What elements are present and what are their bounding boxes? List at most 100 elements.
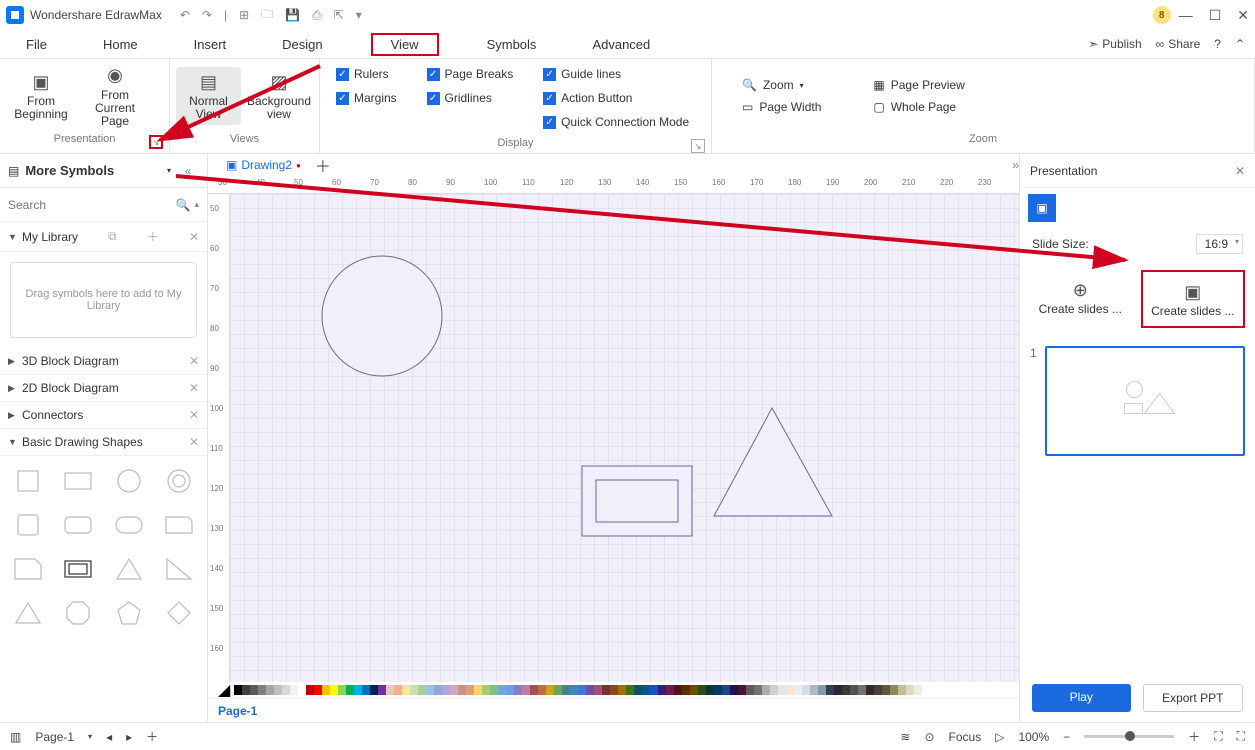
color-swatch[interactable]	[282, 685, 290, 695]
undo-icon[interactable]: ↶	[180, 8, 190, 22]
color-swatch[interactable]	[738, 685, 746, 695]
color-swatch[interactable]	[298, 685, 306, 695]
menu-symbols[interactable]: Symbols	[479, 33, 545, 56]
color-swatch[interactable]	[698, 685, 706, 695]
shape-square[interactable]	[8, 464, 48, 498]
export-icon[interactable]: ⇱	[334, 8, 344, 22]
export-ppt-button[interactable]: Export PPT	[1143, 684, 1244, 712]
color-swatch[interactable]	[570, 685, 578, 695]
color-swatch[interactable]	[866, 685, 874, 695]
color-swatch[interactable]	[818, 685, 826, 695]
color-swatch[interactable]	[258, 685, 266, 695]
status-add-page-icon[interactable]: ＋	[146, 728, 158, 745]
page-width-button[interactable]: ▭Page Width	[742, 100, 821, 114]
color-swatch[interactable]	[802, 685, 810, 695]
lib-close-icon[interactable]: ✕	[189, 230, 199, 244]
whole-page-button[interactable]: ▢Whole Page	[873, 100, 964, 114]
color-swatch[interactable]	[730, 685, 738, 695]
color-swatch[interactable]	[914, 685, 922, 695]
drawing-canvas[interactable]	[230, 194, 1019, 682]
color-swatch[interactable]	[458, 685, 466, 695]
publish-button[interactable]: ➣Publish	[1088, 37, 1141, 51]
color-swatch[interactable]	[418, 685, 426, 695]
color-swatch[interactable]	[522, 685, 530, 695]
color-swatch[interactable]	[466, 685, 474, 695]
presentation-dialog-launcher[interactable]: ↘	[149, 135, 163, 149]
save-icon[interactable]: 💾	[285, 8, 300, 22]
status-prev-page-icon[interactable]: ◂	[106, 730, 112, 744]
status-page[interactable]: Page-1	[35, 730, 74, 744]
shape-right-triangle[interactable]	[159, 552, 199, 586]
guide-lines-checkbox[interactable]: ✓Guide lines	[543, 67, 695, 81]
color-swatch[interactable]	[786, 685, 794, 695]
play-icon[interactable]: ▷	[995, 730, 1004, 744]
canvas-shape-circle[interactable]	[320, 254, 450, 384]
page-tab[interactable]: Page-1	[218, 704, 257, 718]
color-swatch[interactable]	[482, 685, 490, 695]
section-basic-shapes[interactable]: ▼Basic Drawing Shapes✕	[0, 429, 207, 456]
color-swatch[interactable]	[874, 685, 882, 695]
color-swatch[interactable]	[426, 685, 434, 695]
shape-rounded-rect[interactable]	[58, 508, 98, 542]
shape-snip-corner[interactable]	[8, 552, 48, 586]
shape-frame-rect[interactable]	[58, 552, 98, 586]
symbol-search-input[interactable]	[8, 198, 172, 212]
color-swatch[interactable]	[794, 685, 802, 695]
section-3d-block[interactable]: ▶3D Block Diagram✕	[0, 348, 207, 375]
status-focus-label[interactable]: Focus	[949, 730, 982, 744]
maximize-icon[interactable]: ☐	[1209, 7, 1222, 24]
menu-home[interactable]: Home	[95, 33, 146, 56]
action-button-checkbox[interactable]: ✓Action Button	[543, 91, 695, 105]
from-beginning-button[interactable]: ▣ From Beginning	[6, 67, 76, 125]
help-icon[interactable]: ?	[1214, 37, 1221, 51]
color-swatch[interactable]	[338, 685, 346, 695]
section-connectors[interactable]: ▶Connectors✕	[0, 402, 207, 429]
color-swatch[interactable]	[314, 685, 322, 695]
lib-add-icon[interactable]: ＋	[147, 228, 159, 245]
search-icon[interactable]: 🔍	[176, 198, 191, 212]
page-breaks-checkbox[interactable]: ✓Page Breaks	[427, 67, 520, 81]
shape-circle[interactable]	[109, 464, 149, 498]
color-swatch[interactable]	[682, 685, 690, 695]
color-swatch[interactable]	[746, 685, 754, 695]
color-swatch[interactable]	[322, 685, 330, 695]
fit-page-icon[interactable]: ⛶	[1214, 729, 1222, 744]
color-swatch[interactable]	[842, 685, 850, 695]
status-layout-icon[interactable]: ▥	[10, 730, 21, 744]
close-icon[interactable]: ✕	[1237, 7, 1249, 24]
color-swatch[interactable]	[474, 685, 482, 695]
color-swatch[interactable]	[498, 685, 506, 695]
page-preview-button[interactable]: ▦Page Preview	[873, 78, 964, 92]
color-swatch[interactable]	[754, 685, 762, 695]
slide-thumbnail[interactable]	[1045, 346, 1245, 456]
background-view-button[interactable]: ▨ Background view	[245, 67, 313, 125]
expand-panels-icon[interactable]: »	[1012, 158, 1019, 172]
color-swatch[interactable]	[450, 685, 458, 695]
zoom-out-icon[interactable]: −	[1063, 730, 1070, 744]
presentation-mode-icon[interactable]: ▣	[1028, 194, 1056, 222]
color-swatch[interactable]	[834, 685, 842, 695]
focus-icon[interactable]: ⊙	[924, 730, 934, 744]
add-document-tab[interactable]: ＋	[315, 153, 331, 177]
shape-rounded-rect2[interactable]	[109, 508, 149, 542]
color-swatch[interactable]	[666, 685, 674, 695]
collapse-symbols-icon[interactable]: «	[177, 164, 199, 178]
color-swatch[interactable]	[514, 685, 522, 695]
fullscreen-icon[interactable]: ⛶	[1237, 729, 1245, 744]
margins-checkbox[interactable]: ✓Margins	[336, 91, 403, 105]
color-swatch[interactable]	[674, 685, 682, 695]
section-2d-block[interactable]: ▶2D Block Diagram✕	[0, 375, 207, 402]
notification-badge[interactable]: 8	[1153, 6, 1171, 24]
color-swatch[interactable]	[266, 685, 274, 695]
gridlines-checkbox[interactable]: ✓Gridlines	[427, 91, 520, 105]
color-swatch[interactable]	[706, 685, 714, 695]
color-swatch[interactable]	[690, 685, 698, 695]
color-swatch[interactable]	[906, 685, 914, 695]
lib-pin-icon[interactable]: ⧉	[108, 229, 117, 244]
collapse-ribbon-icon[interactable]: ⌃	[1235, 37, 1245, 51]
color-swatch[interactable]	[762, 685, 770, 695]
color-swatch[interactable]	[386, 685, 394, 695]
color-swatch[interactable]	[242, 685, 250, 695]
color-swatch[interactable]	[650, 685, 658, 695]
shape-octagon[interactable]	[58, 596, 98, 630]
